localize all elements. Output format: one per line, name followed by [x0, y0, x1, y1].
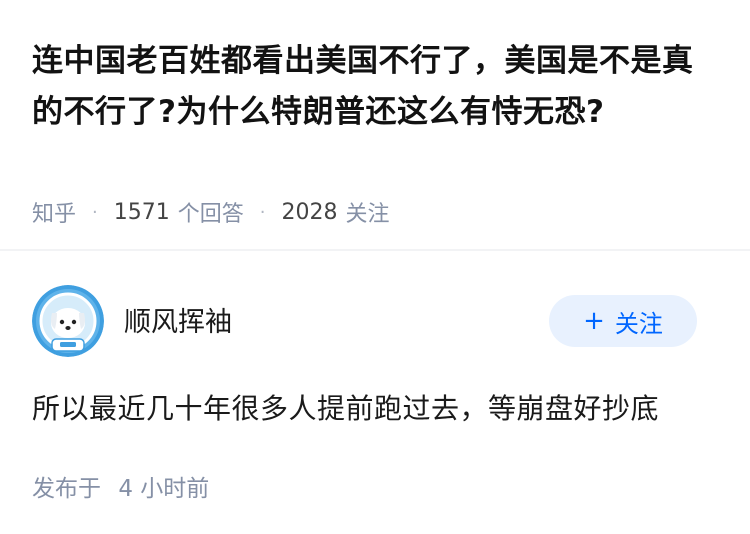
answer-count: 1571: [113, 199, 170, 225]
publish-time: 发布于 4 小时前: [32, 469, 209, 503]
answer-card: 顺风挥袖 + 关注 所以最近几十年很多人提前跑过去，等崩盘好抄底 发布于 4 小…: [0, 251, 750, 534]
answer-content[interactable]: 所以最近几十年很多人提前跑过去，等崩盘好抄底: [32, 387, 659, 427]
follower-count: 2028: [281, 199, 338, 225]
follow-button-label: 关注: [614, 309, 663, 338]
question-title[interactable]: 连中国老百姓都看出美国不行了，美国是不是真的不行了?为什么特朗普还这么有恃无恐?: [32, 36, 718, 138]
plus-icon: +: [583, 306, 605, 336]
follower-count-label: 关注: [345, 202, 390, 227]
answer-count-label: 个回答: [177, 202, 244, 227]
dog-astronaut-avatar-icon[interactable]: [32, 285, 104, 357]
meta-separator: ·: [92, 201, 98, 223]
question-meta: 知乎 · 1571 个回答 · 2028 关注: [32, 196, 390, 228]
question-header: 连中国老百姓都看出美国不行了，美国是不是真的不行了?为什么特朗普还这么有恃无恐?…: [0, 0, 750, 250]
follow-button[interactable]: + 关注: [549, 295, 697, 347]
avatar-image: [32, 285, 104, 357]
source-label[interactable]: 知乎: [32, 196, 76, 228]
published-label: 发布于: [32, 476, 101, 502]
author-name[interactable]: 顺风挥袖: [124, 300, 232, 339]
published-time-value: 4 小时前: [118, 476, 210, 502]
meta-separator: ·: [259, 201, 266, 223]
